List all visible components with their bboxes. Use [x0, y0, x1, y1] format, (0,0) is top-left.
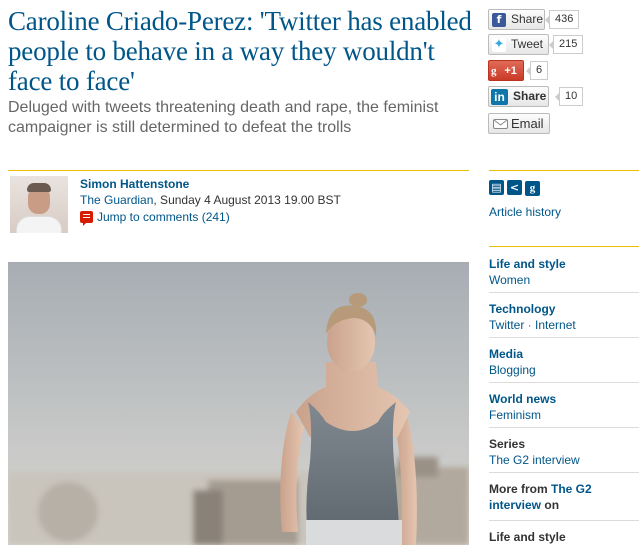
link-separator: · — [524, 318, 536, 332]
more-from-suffix: on — [541, 498, 560, 512]
facebook-share[interactable]: f Share 436 — [488, 9, 638, 31]
tweet-count: 215 — [548, 35, 584, 54]
related-heading[interactable]: Media — [489, 346, 639, 362]
linkedin-share-button[interactable]: in Share — [488, 86, 549, 107]
publication-link[interactable]: The Guardian — [80, 193, 153, 207]
article-tools: ▤ < g — [489, 178, 543, 196]
related-link[interactable]: Feminism — [489, 407, 639, 423]
jump-to-comments[interactable]: Jump to comments (241) — [80, 210, 230, 226]
related-divider — [489, 472, 639, 473]
related-link[interactable]: Blogging — [489, 362, 639, 378]
byline-rule — [8, 170, 469, 171]
article-history-link[interactable]: Article history — [489, 205, 561, 219]
related-heading[interactable]: Life and style — [489, 256, 639, 272]
google-plus-one-label: +1 — [504, 65, 517, 77]
dateline: The Guardian, Sunday 4 August 2013 19.00… — [80, 193, 341, 207]
print-icon[interactable]: ▤ — [489, 180, 504, 195]
author-link[interactable]: Simon Hattenstone — [80, 177, 189, 191]
google-plus-count: 6 — [525, 61, 549, 80]
related-media: Media Blogging — [489, 346, 639, 378]
gplus-share[interactable]: g +1 6 — [488, 60, 638, 82]
related-heading: Series — [489, 437, 526, 451]
related-world-news: World news Feminism — [489, 391, 639, 423]
article-photo — [8, 262, 469, 545]
tweet-label: Tweet — [511, 37, 544, 51]
tools-rule — [489, 170, 639, 171]
google-plus-icon: g — [491, 65, 497, 77]
related-divider — [489, 427, 639, 428]
related-heading[interactable]: World news — [489, 391, 639, 407]
twitter-share[interactable]: ✦ Tweet 215 — [488, 34, 638, 56]
twitter-bird-icon: ✦ — [492, 37, 506, 52]
author-avatar — [10, 176, 68, 233]
linkedin-share-count: 10 — [554, 87, 584, 106]
jump-to-comments-label: Jump to comments (241) — [97, 210, 230, 224]
email-label: Email — [511, 116, 544, 131]
related-life-and-style: Life and style Women — [489, 256, 639, 288]
related-link[interactable]: Internet — [535, 318, 576, 332]
related-divider — [489, 292, 639, 293]
related-life-and-style-2: Life and style — [489, 529, 639, 545]
related-link[interactable]: Women — [489, 272, 639, 288]
related-divider — [489, 520, 639, 521]
facebook-share-label: Share — [511, 12, 544, 26]
publish-date: , Sunday 4 August 2013 19.00 BST — [153, 193, 341, 207]
google-icon[interactable]: g — [525, 181, 540, 196]
comment-icon — [80, 211, 93, 226]
share-icon[interactable]: < — [507, 180, 522, 195]
envelope-icon — [493, 119, 508, 129]
facebook-share-count: 436 — [544, 10, 580, 29]
article-standfirst: Deluged with tweets threatening death an… — [8, 99, 439, 136]
email-share[interactable]: Email — [488, 113, 638, 135]
related-series: Series The G2 interview — [489, 436, 639, 468]
tweet-button[interactable]: ✦ Tweet — [488, 34, 549, 55]
google-plus-one-button[interactable]: g +1 — [488, 60, 524, 81]
linkedin-share[interactable]: in Share 10 — [488, 86, 638, 108]
related-link[interactable]: The G2 interview — [489, 452, 639, 468]
linkedin-share-label: Share — [513, 89, 547, 103]
more-from-series: More from The G2 interview on — [489, 481, 639, 513]
related-rule — [489, 246, 639, 247]
article-headline: Caroline Criado-Perez: 'Twitter has enab… — [8, 6, 472, 96]
facebook-icon: f — [492, 13, 506, 27]
related-heading[interactable]: Life and style — [489, 529, 639, 545]
email-button[interactable]: Email — [488, 113, 550, 134]
linkedin-icon: in — [491, 89, 508, 105]
related-divider — [489, 337, 639, 338]
related-divider — [489, 382, 639, 383]
related-technology: Technology Twitter · Internet — [489, 301, 639, 333]
related-link[interactable]: Twitter — [489, 318, 524, 332]
facebook-share-button[interactable]: f Share — [488, 9, 545, 30]
more-from-prefix: More from — [489, 482, 552, 496]
related-heading[interactable]: Technology — [489, 301, 639, 317]
